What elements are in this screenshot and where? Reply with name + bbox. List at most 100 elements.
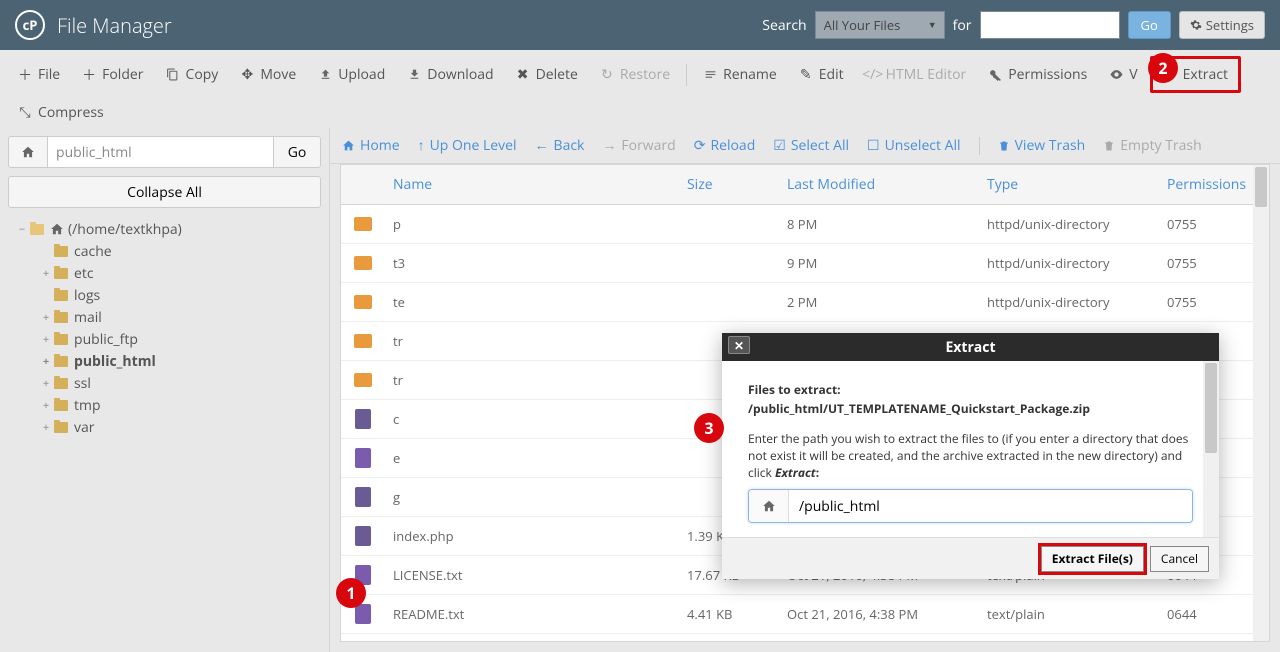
extract-path-input[interactable] (789, 490, 1192, 522)
search-go-button[interactable]: Go (1128, 11, 1171, 39)
txt-icon (355, 604, 371, 624)
delete-icon: ✖ (516, 68, 530, 82)
sidebar: Go Collapse All − (/home/textkhpa) cache… (0, 128, 330, 652)
tree-item-public_html[interactable]: +public_html (40, 350, 321, 372)
trash-icon (998, 140, 1010, 152)
table-row[interactable]: README.txt4.41 KBOct 21, 2016, 4:38 PMte… (341, 595, 1269, 634)
rename-button[interactable]: Rename (693, 59, 787, 90)
path-go-button[interactable]: Go (273, 136, 321, 168)
upload-button[interactable]: Upload (308, 59, 395, 90)
html-editor-button: </>HTML Editor (856, 59, 977, 90)
for-label: for (953, 16, 972, 35)
select-all-button[interactable]: ☑Select All (773, 136, 849, 155)
plus-icon: ＋ (82, 68, 96, 82)
tree-item-tmp[interactable]: +tmp (40, 394, 321, 416)
folder-icon (354, 256, 372, 270)
eye-icon (1109, 68, 1123, 82)
path-home-button[interactable] (8, 136, 48, 168)
gear-icon (1190, 19, 1202, 31)
tree-item-ssl[interactable]: +ssl (40, 372, 321, 394)
search-scope-select[interactable]: All Your Files (815, 11, 945, 39)
move-icon: ✥ (240, 68, 254, 82)
unselect-all-button[interactable]: ☐Unselect All (867, 136, 961, 155)
code-icon: </> (866, 68, 880, 82)
header: cP File Manager Search All Your Files fo… (0, 0, 1280, 50)
home-button[interactable]: Home (342, 136, 400, 155)
table-row[interactable]: p8 PMhttpd/unix-directory0755 (341, 205, 1269, 244)
tree-item-logs[interactable]: logs (40, 284, 321, 306)
folder-tree: − (/home/textkhpa) cache+etclogs+mail+pu… (8, 218, 321, 438)
compress-button[interactable]: ⤡Compress (8, 97, 114, 128)
folder-icon (354, 217, 372, 231)
list-toolbar: Home ↑Up One Level ←Back →Forward ⟳Reloa… (330, 128, 1280, 164)
table-row[interactable]: t39 PMhttpd/unix-directory0755 (341, 244, 1269, 283)
php-icon (355, 526, 371, 546)
key-icon (988, 68, 1002, 82)
modal-close-button[interactable]: ✕ (728, 336, 750, 354)
collapse-all-button[interactable]: Collapse All (8, 176, 321, 208)
search-input[interactable] (980, 11, 1120, 39)
tree-item-etc[interactable]: +etc (40, 262, 321, 284)
copy-button[interactable]: Copy (156, 59, 229, 90)
scrollbar[interactable] (1253, 165, 1269, 641)
tree-item-cache[interactable]: cache (40, 240, 321, 262)
permissions-button[interactable]: Permissions (978, 59, 1097, 90)
home-icon (749, 490, 789, 522)
right-arrow-icon: → (602, 136, 616, 155)
download-button[interactable]: Download (397, 59, 503, 90)
path-input[interactable] (48, 136, 273, 168)
trash-icon (1103, 140, 1115, 152)
table-row[interactable]: robots.txt836 bytesOct 21, 2016, 4:38 PM… (341, 634, 1269, 642)
txt-icon (355, 448, 371, 468)
restore-button: ↻Restore (590, 59, 680, 90)
cancel-button[interactable]: Cancel (1150, 546, 1209, 572)
extract-files-button[interactable]: Extract File(s) (1041, 546, 1144, 572)
view-trash-button[interactable]: View Trash (998, 136, 1086, 155)
toolbar: ＋File ＋Folder Copy ✥Move Upload Download… (0, 50, 1280, 135)
compress-icon: ⤡ (18, 106, 32, 120)
modal-title: ✕ Extract (722, 333, 1219, 361)
check-icon: ☑ (773, 136, 786, 155)
annotation-badge-3: 3 (694, 413, 724, 443)
home-icon (342, 139, 355, 152)
annotation-badge-2: 2 (1148, 53, 1178, 83)
extract-modal: ✕ Extract Files to extract: /public_html… (722, 333, 1219, 579)
plus-icon: ＋ (18, 68, 32, 82)
new-file-button[interactable]: ＋File (8, 59, 70, 90)
edit-button[interactable]: ✎Edit (789, 59, 854, 90)
annotation-badge-1: 1 (336, 578, 366, 608)
forward-button: →Forward (602, 136, 675, 155)
delete-button[interactable]: ✖Delete (506, 59, 588, 90)
col-size[interactable]: Size (679, 165, 779, 204)
new-folder-button[interactable]: ＋Folder (72, 59, 153, 90)
col-type[interactable]: Type (979, 165, 1159, 204)
col-modified[interactable]: Last Modified (779, 165, 979, 204)
folder-icon (354, 373, 372, 387)
table-row[interactable]: te2 PMhttpd/unix-directory0755 (341, 283, 1269, 322)
files-to-extract-path: /public_html/UT_TEMPLATENAME_Quickstart_… (748, 400, 1193, 417)
col-name[interactable]: Name (385, 165, 679, 204)
cpanel-logo: cP (15, 10, 45, 40)
main-panel: Home ↑Up One Level ←Back →Forward ⟳Reloa… (330, 128, 1280, 652)
tree-item-mail[interactable]: +mail (40, 306, 321, 328)
uncheck-icon: ☐ (867, 136, 880, 155)
settings-button[interactable]: Settings (1179, 11, 1265, 39)
home-icon (50, 222, 64, 236)
modal-scrollbar[interactable] (1203, 361, 1219, 537)
tree-item-public_ftp[interactable]: +public_ftp (40, 328, 321, 350)
reload-button[interactable]: ⟳Reload (694, 136, 756, 155)
extract-instruction: Enter the path you wish to extract the f… (748, 431, 1193, 481)
files-to-extract-label: Files to extract: (748, 381, 1193, 398)
upload-icon (318, 68, 332, 82)
back-button[interactable]: ←Back (535, 136, 585, 155)
tree-root[interactable]: − (/home/textkhpa) (16, 218, 321, 240)
view-button[interactable]: V (1099, 59, 1147, 90)
restore-icon: ↻ (600, 68, 614, 82)
move-button[interactable]: ✥Move (230, 59, 306, 90)
folder-icon (354, 295, 372, 309)
up-level-button[interactable]: ↑Up One Level (418, 136, 517, 155)
tree-item-var[interactable]: +var (40, 416, 321, 438)
rename-icon (703, 68, 717, 82)
pencil-icon: ✎ (799, 68, 813, 82)
reload-icon: ⟳ (694, 136, 706, 155)
